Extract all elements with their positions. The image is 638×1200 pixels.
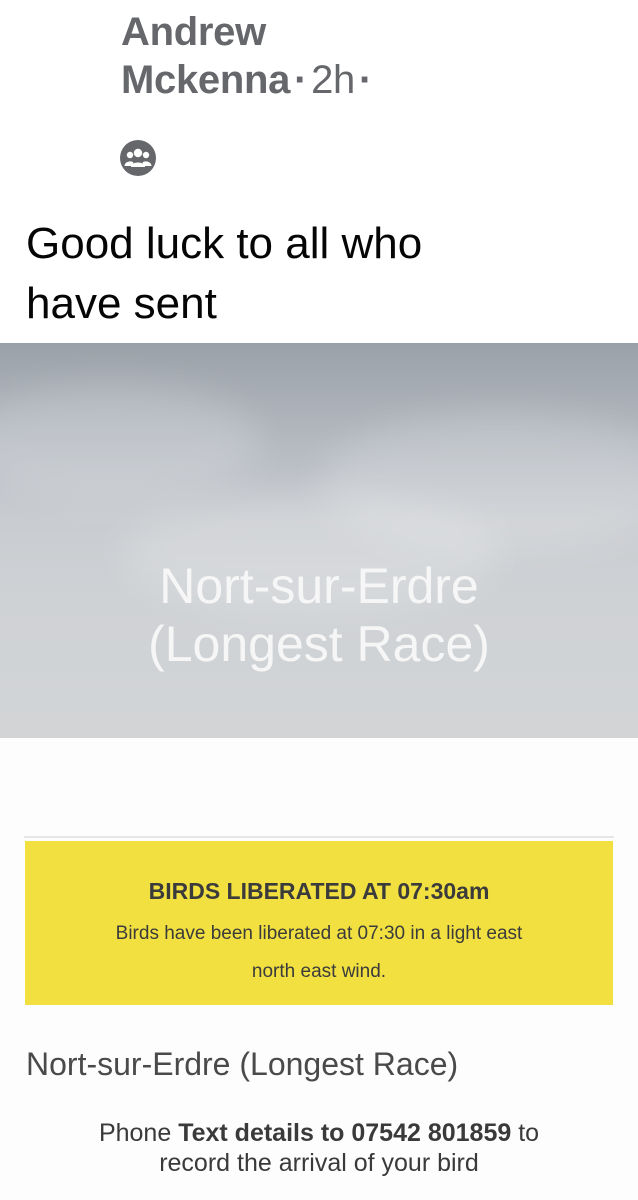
notice-body: Birds have been liberated at 07:30 in a … xyxy=(25,915,613,991)
post-timestamp[interactable]: 2h xyxy=(311,58,355,102)
post-header: Andrew Mckenna · 2h · xyxy=(121,8,541,104)
image-overlay-title: Nort-sur-Erdre (Longest Race) xyxy=(0,557,638,673)
instructions-prefix: Phone xyxy=(98,1119,179,1147)
author-last-name[interactable]: Mckenna xyxy=(121,58,290,102)
meta-separator: · xyxy=(294,58,308,102)
meta-separator-trailing: · xyxy=(359,58,373,102)
group-icon[interactable] xyxy=(120,140,156,176)
post-text: Good luck to all who have sent xyxy=(26,214,626,334)
liberation-notice: BIRDS LIBERATED AT 07:30am Birds have be… xyxy=(25,841,613,1005)
divider xyxy=(24,836,614,838)
race-title: Nort-sur-Erdre (Longest Race) xyxy=(26,1046,459,1082)
author-first-name[interactable]: Andrew xyxy=(121,8,541,56)
instructions-line-1: Phone Text details to 07542 801859 to xyxy=(0,1118,638,1148)
arrival-instructions: Phone Text details to 07542 801859 to re… xyxy=(0,1118,638,1178)
notice-body-line-2: north east wind. xyxy=(251,961,387,982)
cloud-shape xyxy=(0,383,260,503)
notice-heading: BIRDS LIBERATED AT 07:30am xyxy=(148,878,490,904)
image-title-line-2: (Longest Race) xyxy=(148,616,490,672)
notice-body-line-1: Birds have been liberated at 07:30 in a … xyxy=(115,923,523,944)
author-meta-line: Mckenna · 2h · xyxy=(121,56,541,104)
image-title-line-1: Nort-sur-Erdre xyxy=(159,558,479,614)
post-text-line-2: have sent xyxy=(26,279,217,328)
post-text-line-1: Good luck to all who xyxy=(26,219,423,268)
instructions-suffix: to xyxy=(511,1119,540,1147)
instructions-phone-number[interactable]: Text details to 07542 801859 xyxy=(178,1119,511,1147)
author-name-block: Andrew Mckenna · 2h · xyxy=(121,8,541,104)
shared-image[interactable]: Nort-sur-Erdre (Longest Race) xyxy=(0,343,638,738)
instructions-line-2: record the arrival of your bird xyxy=(159,1149,479,1177)
